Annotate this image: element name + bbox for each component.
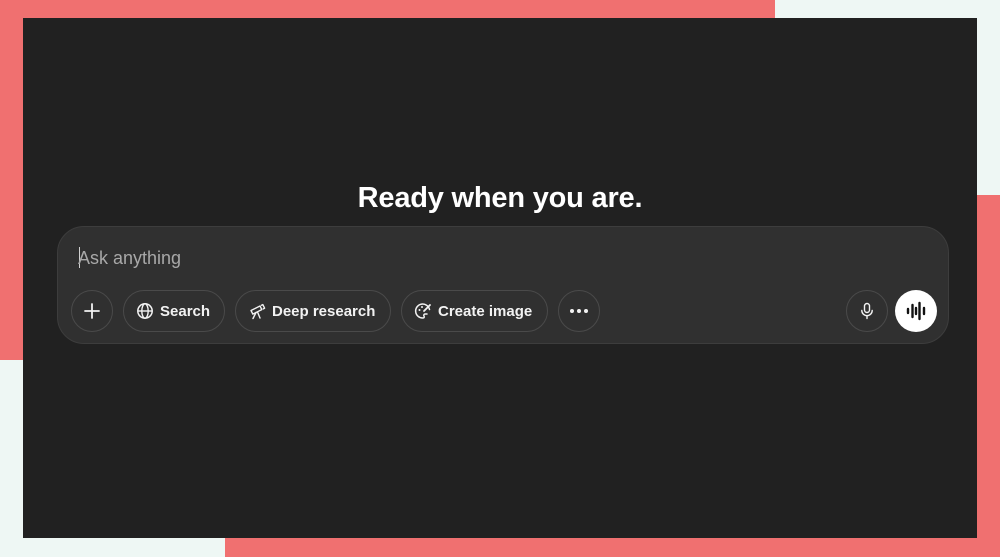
globe-icon (136, 302, 154, 320)
create-image-button-label: Create image (438, 302, 533, 320)
prompt-input[interactable] (78, 244, 778, 272)
more-tools-button[interactable] (558, 290, 600, 332)
deep-research-button-label: Deep research (272, 302, 376, 320)
search-button[interactable]: Search (123, 290, 225, 332)
prompt-composer: Search Deep research (57, 226, 949, 344)
microphone-icon (861, 302, 873, 320)
composer-toolbar: Search Deep research Create image (71, 290, 937, 332)
deep-research-button[interactable]: Deep research (235, 290, 391, 332)
palette-icon (414, 302, 432, 320)
add-attachment-button[interactable] (71, 290, 113, 332)
page-title: Ready when you are. (357, 182, 643, 214)
waveform-icon (906, 301, 926, 321)
create-image-button[interactable]: Create image (401, 290, 548, 332)
plus-icon (84, 303, 100, 319)
screenshot-canvas: Ready when you are. Ask anything Search … (0, 0, 1000, 557)
chat-window: Ready when you are. Ask anything Search … (23, 18, 977, 538)
dictate-button[interactable] (846, 290, 888, 332)
voice-mode-button[interactable] (895, 290, 937, 332)
telescope-icon (248, 302, 266, 320)
ellipsis-icon (570, 309, 588, 313)
search-button-label: Search (160, 302, 211, 320)
